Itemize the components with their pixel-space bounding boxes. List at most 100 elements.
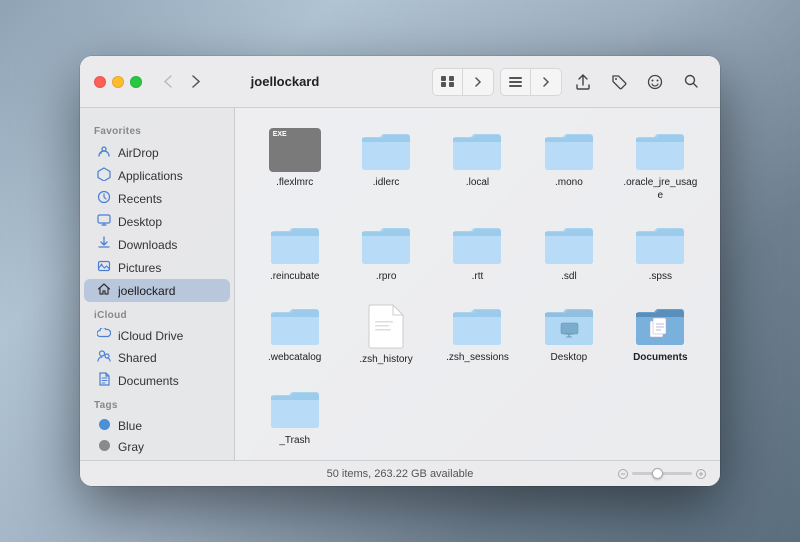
- sidebar-item-icloud-label: iCloud Drive: [118, 329, 183, 343]
- sidebar-item-recents-label: Recents: [118, 192, 162, 206]
- sidebar-item-airdrop[interactable]: AirDrop: [84, 141, 230, 164]
- folder-desktop-icon: [543, 303, 595, 347]
- search-button[interactable]: [676, 69, 706, 95]
- sidebar-item-tag-gray[interactable]: Gray: [84, 436, 230, 457]
- file-item-flexlmrc[interactable]: EXE .flexlmrc: [251, 122, 338, 208]
- file-name: Documents: [633, 351, 687, 364]
- file-name: .zsh_history: [359, 353, 412, 366]
- shared-icon: [96, 349, 112, 366]
- view-list-button[interactable]: [501, 69, 531, 95]
- folder-icon: [360, 128, 412, 172]
- finder-body: Favorites AirDrop Application: [80, 108, 720, 460]
- folder-icon: [269, 222, 321, 266]
- sidebar-item-tag-blue[interactable]: Blue: [84, 415, 230, 436]
- icloud-drive-icon: [96, 328, 112, 343]
- folder-icon: [269, 303, 321, 347]
- favorites-label: Favorites: [80, 118, 234, 141]
- sidebar-item-recents[interactable]: Recents: [84, 187, 230, 210]
- title-bar: joellockard: [80, 56, 720, 108]
- window-title: joellockard: [138, 74, 432, 89]
- folder-icon: [269, 386, 321, 430]
- sidebar-item-shared[interactable]: Shared: [84, 346, 230, 369]
- slider-track[interactable]: [632, 472, 692, 475]
- special-file-icon: EXE: [269, 128, 321, 172]
- toolbar-right: [432, 68, 706, 96]
- file-item-spss[interactable]: .spss: [617, 216, 704, 289]
- sidebar-item-documents[interactable]: Documents: [84, 369, 230, 392]
- sidebar-item-applications[interactable]: Applications: [84, 164, 230, 187]
- status-text: 50 items, 263.22 GB available: [327, 468, 474, 480]
- file-name: _Trash: [279, 434, 310, 447]
- sidebar-item-joellockard[interactable]: joellockard: [84, 279, 230, 302]
- close-button[interactable]: [94, 76, 106, 88]
- sidebar-item-pictures[interactable]: Pictures: [84, 256, 230, 279]
- sidebar-item-blue-label: Blue: [118, 419, 142, 433]
- documents-icon: [96, 372, 112, 389]
- file-name: .reincubate: [270, 270, 319, 283]
- sidebar-item-pictures-label: Pictures: [118, 261, 161, 275]
- face-button[interactable]: [640, 69, 670, 95]
- zoom-in-icon: [696, 469, 706, 479]
- sidebar-item-downloads[interactable]: Downloads: [84, 233, 230, 256]
- file-item-documents[interactable]: Documents: [617, 297, 704, 372]
- file-name: .rtt: [472, 270, 484, 283]
- finder-window: joellockard: [80, 56, 720, 486]
- file-item-idlerc[interactable]: .idlerc: [342, 122, 429, 208]
- text-file-icon: [366, 303, 406, 349]
- folder-icon: [451, 128, 503, 172]
- view-chevron-button[interactable]: [463, 69, 493, 95]
- desktop-icon: [96, 213, 112, 230]
- sidebar-item-icloud-drive[interactable]: iCloud Drive: [84, 325, 230, 346]
- file-name: .zsh_sessions: [446, 351, 509, 364]
- file-name: .oracle_jre_usage: [621, 176, 700, 202]
- tag-button[interactable]: [604, 69, 634, 95]
- file-item-trash[interactable]: _Trash: [251, 380, 338, 453]
- view-grid-button[interactable]: [433, 69, 463, 95]
- folder-icon: [451, 222, 503, 266]
- downloads-icon: [96, 236, 112, 253]
- blue-tag-dot: [96, 418, 112, 433]
- folder-icon: [543, 222, 595, 266]
- file-grid: EXE .flexlmrc .idlerc: [251, 122, 704, 453]
- file-item-sdl[interactable]: .sdl: [525, 216, 612, 289]
- file-item-mono[interactable]: .mono: [525, 122, 612, 208]
- sidebar-item-applications-label: Applications: [118, 169, 183, 183]
- file-name: .local: [466, 176, 489, 189]
- tags-label: Tags: [80, 392, 234, 415]
- folder-icon: [634, 222, 686, 266]
- file-item-rpro[interactable]: .rpro: [342, 216, 429, 289]
- zoom-slider[interactable]: [618, 469, 706, 479]
- file-item-webcatalog[interactable]: .webcatalog: [251, 297, 338, 372]
- file-item-zsh-history[interactable]: .zsh_history: [342, 297, 429, 372]
- traffic-lights: [94, 76, 142, 88]
- file-item-rtt[interactable]: .rtt: [434, 216, 521, 289]
- home-icon: [96, 282, 112, 299]
- airdrop-icon: [96, 144, 112, 161]
- share-button[interactable]: [568, 69, 598, 95]
- sidebar-item-documents-label: Documents: [118, 374, 179, 388]
- file-item-reincubate[interactable]: .reincubate: [251, 216, 338, 289]
- file-item-local[interactable]: .local: [434, 122, 521, 208]
- folder-icon: [451, 303, 503, 347]
- file-name: .webcatalog: [268, 351, 321, 364]
- slider-thumb[interactable]: [652, 468, 663, 479]
- folder-documents-icon: [634, 303, 686, 347]
- file-item-desktop[interactable]: Desktop: [525, 297, 612, 372]
- applications-icon: [96, 167, 112, 184]
- file-name: .sdl: [561, 270, 577, 283]
- file-name: .rpro: [376, 270, 397, 283]
- file-name: Desktop: [551, 351, 588, 364]
- pictures-icon: [96, 259, 112, 276]
- status-bar: 50 items, 263.22 GB available: [80, 460, 720, 486]
- sidebar-item-desktop[interactable]: Desktop: [84, 210, 230, 233]
- minimize-button[interactable]: [112, 76, 124, 88]
- file-name: .spss: [649, 270, 672, 283]
- sidebar-item-airdrop-label: AirDrop: [118, 146, 159, 160]
- sidebar-item-desktop-label: Desktop: [118, 215, 162, 229]
- file-item-oracle[interactable]: .oracle_jre_usage: [617, 122, 704, 208]
- file-item-zsh-sessions[interactable]: .zsh_sessions: [434, 297, 521, 372]
- sidebar: Favorites AirDrop Application: [80, 108, 235, 460]
- sidebar-item-shared-label: Shared: [118, 351, 157, 365]
- recents-icon: [96, 190, 112, 207]
- view-list-chevron[interactable]: [531, 69, 561, 95]
